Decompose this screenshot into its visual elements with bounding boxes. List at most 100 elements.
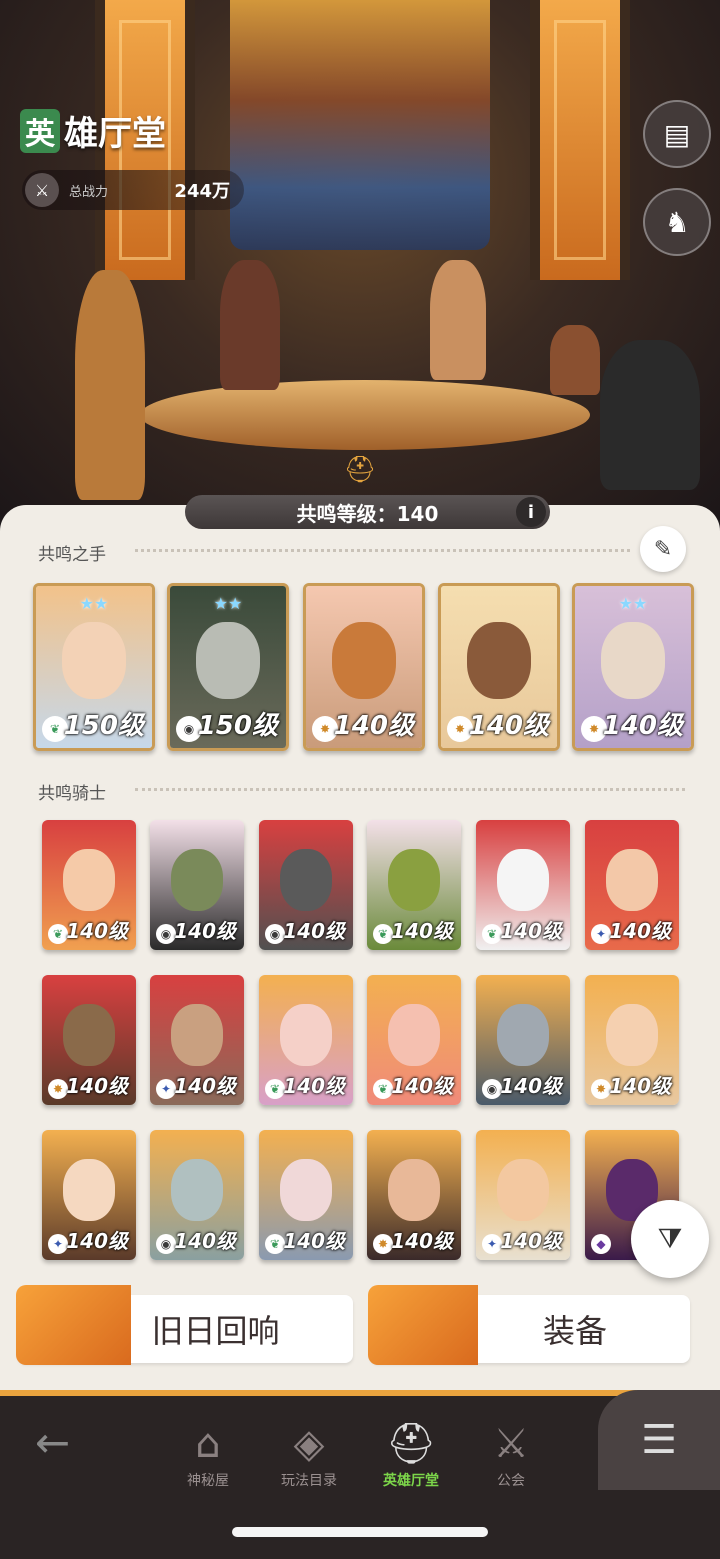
title-highlight: 英 xyxy=(20,108,60,153)
filter-icon: ⧩ xyxy=(657,1222,683,1255)
guild-icon: ⚔ xyxy=(493,1421,529,1467)
mystic-house-icon: ⌂ xyxy=(195,1421,221,1467)
back-button[interactable]: ← xyxy=(35,1418,70,1467)
hero-card[interactable]: ❦ 140级 xyxy=(42,820,136,950)
hero-level: 140级 xyxy=(283,919,345,943)
hero-hall-icon: ⛑ xyxy=(385,1421,437,1467)
hero-level: 140级 xyxy=(609,919,671,943)
total-power-bar: ⚔ 总战力 244万 xyxy=(22,170,244,210)
helmet-icon: ⛑ xyxy=(343,455,377,485)
hero-figure[interactable] xyxy=(600,340,700,490)
mauler-faction-icon: ✦ xyxy=(482,1234,502,1254)
wilder-faction-icon: ❦ xyxy=(265,1079,285,1099)
hero-face xyxy=(279,1003,333,1066)
hero-face xyxy=(62,1003,116,1066)
heroes-icon: ♞ xyxy=(664,205,690,239)
nav-item-mystic-house[interactable]: ⌂ 神秘屋 xyxy=(163,1400,253,1490)
hall-scene xyxy=(0,0,720,520)
hero-card[interactable]: ❦ 140级 xyxy=(367,820,461,950)
hero-level: 140级 xyxy=(174,1074,236,1098)
mauler-faction-icon: ✦ xyxy=(48,1234,68,1254)
hero-face xyxy=(605,1003,659,1066)
nav-item-game-modes[interactable]: ◈ 玩法目录 xyxy=(264,1400,354,1490)
hero-card[interactable]: ✦ 140级 xyxy=(585,820,679,950)
wilder-faction-icon: ❦ xyxy=(373,924,393,944)
hero-face xyxy=(170,1003,224,1066)
hero-card[interactable]: ◉ 140级 xyxy=(150,1130,244,1260)
power-icon: ⚔ xyxy=(25,173,59,207)
hero-level: 140级 xyxy=(333,711,414,741)
hero-card[interactable]: ✸ 140级 xyxy=(367,1130,461,1260)
hero-level: 140级 xyxy=(500,1074,562,1098)
hero-level: 140级 xyxy=(500,1229,562,1253)
quill-button[interactable]: ✎ xyxy=(640,526,686,572)
power-value: 244万 xyxy=(174,181,230,202)
hero-card[interactable]: ✦ 140级 xyxy=(476,1130,570,1260)
hero-face xyxy=(195,621,261,700)
nav-label: 英雄厅堂 xyxy=(383,1473,439,1489)
hero-level: 140级 xyxy=(283,1074,345,1098)
wilder-faction-icon: ❦ xyxy=(265,1234,285,1254)
graveborn-faction-icon: ◉ xyxy=(156,1234,176,1254)
hero-card[interactable]: ❦ 140级 xyxy=(367,975,461,1105)
hypogean-faction-icon: ◆ xyxy=(591,1234,611,1254)
hero-card[interactable]: ✸ 140级 xyxy=(585,975,679,1105)
hero-card[interactable]: ◉ 140级 xyxy=(259,820,353,950)
hero-tapestry xyxy=(230,0,490,250)
equipment-chest-icon xyxy=(368,1285,478,1365)
hero-face xyxy=(496,1158,550,1221)
echoes-art-icon xyxy=(16,1285,131,1365)
stained-window-right xyxy=(530,0,630,280)
hero-card[interactable]: ✸ 140级 xyxy=(303,583,425,751)
hero-card[interactable]: ★★ ✸ 140级 xyxy=(572,583,694,751)
star-rating: ★★ xyxy=(213,594,243,613)
star-rating: ★★ xyxy=(79,594,109,613)
hero-level: 140级 xyxy=(174,1229,236,1253)
home-indicator xyxy=(232,1527,488,1537)
info-button[interactable]: i xyxy=(516,497,546,527)
hero-card[interactable]: ✦ 140级 xyxy=(42,1130,136,1260)
hero-face xyxy=(496,848,550,911)
quill-icon: ✎ xyxy=(653,536,673,562)
book-icon: ▤ xyxy=(663,117,691,151)
nav-item-hero-hall[interactable]: ⛑ 英雄厅堂 xyxy=(366,1400,456,1490)
hero-face xyxy=(170,848,224,911)
star-rating: ★★ xyxy=(618,594,648,613)
hero-card[interactable]: ◉ 140级 xyxy=(150,820,244,950)
hero-face xyxy=(387,848,441,911)
power-label: 总战力 xyxy=(69,184,109,200)
nav-item-guild[interactable]: ⚔ 公会 xyxy=(466,1400,556,1490)
hero-card[interactable]: ◉ 140级 xyxy=(476,975,570,1105)
filter-button[interactable]: ⧩ xyxy=(631,1200,709,1278)
hero-face xyxy=(279,1158,333,1221)
hero-card[interactable]: ✸ 140级 xyxy=(42,975,136,1105)
wilder-faction-icon: ❦ xyxy=(48,924,68,944)
section-divider xyxy=(135,549,630,554)
book-button[interactable]: ▤ xyxy=(643,100,711,168)
menu-button[interactable]: ☰ xyxy=(598,1390,720,1490)
hero-card[interactable]: ❦ 140级 xyxy=(476,820,570,950)
hero-level: 140级 xyxy=(66,1229,128,1253)
hero-figure[interactable] xyxy=(550,325,600,395)
hero-face xyxy=(605,848,659,911)
lightbearer-faction-icon: ✸ xyxy=(373,1234,393,1254)
round-table xyxy=(140,380,590,450)
hero-card[interactable]: ❦ 140级 xyxy=(259,1130,353,1260)
hero-card[interactable]: ✦ 140级 xyxy=(150,975,244,1105)
hero-card[interactable]: ✸ 140级 xyxy=(438,583,560,751)
hero-figure[interactable] xyxy=(220,260,280,390)
menu-icon: ☰ xyxy=(641,1417,677,1463)
hero-level: 140级 xyxy=(283,1229,345,1253)
wilder-faction-icon: ❦ xyxy=(482,924,502,944)
hero-card[interactable]: ★★ ◉ 150级 xyxy=(167,583,289,751)
hero-face xyxy=(62,1158,116,1221)
resonance-level-banner: 共鸣等级：140 xyxy=(185,495,550,529)
hero-card[interactable]: ★★ ❦ 150级 xyxy=(33,583,155,751)
hero-card[interactable]: ❦ 140级 xyxy=(259,975,353,1105)
heroes-button[interactable]: ♞ xyxy=(643,188,711,256)
hero-figure[interactable] xyxy=(75,270,145,500)
hero-figure[interactable] xyxy=(430,260,486,380)
graveborn-faction-icon: ◉ xyxy=(265,924,285,944)
hero-face xyxy=(600,621,666,700)
hero-face xyxy=(279,848,333,911)
